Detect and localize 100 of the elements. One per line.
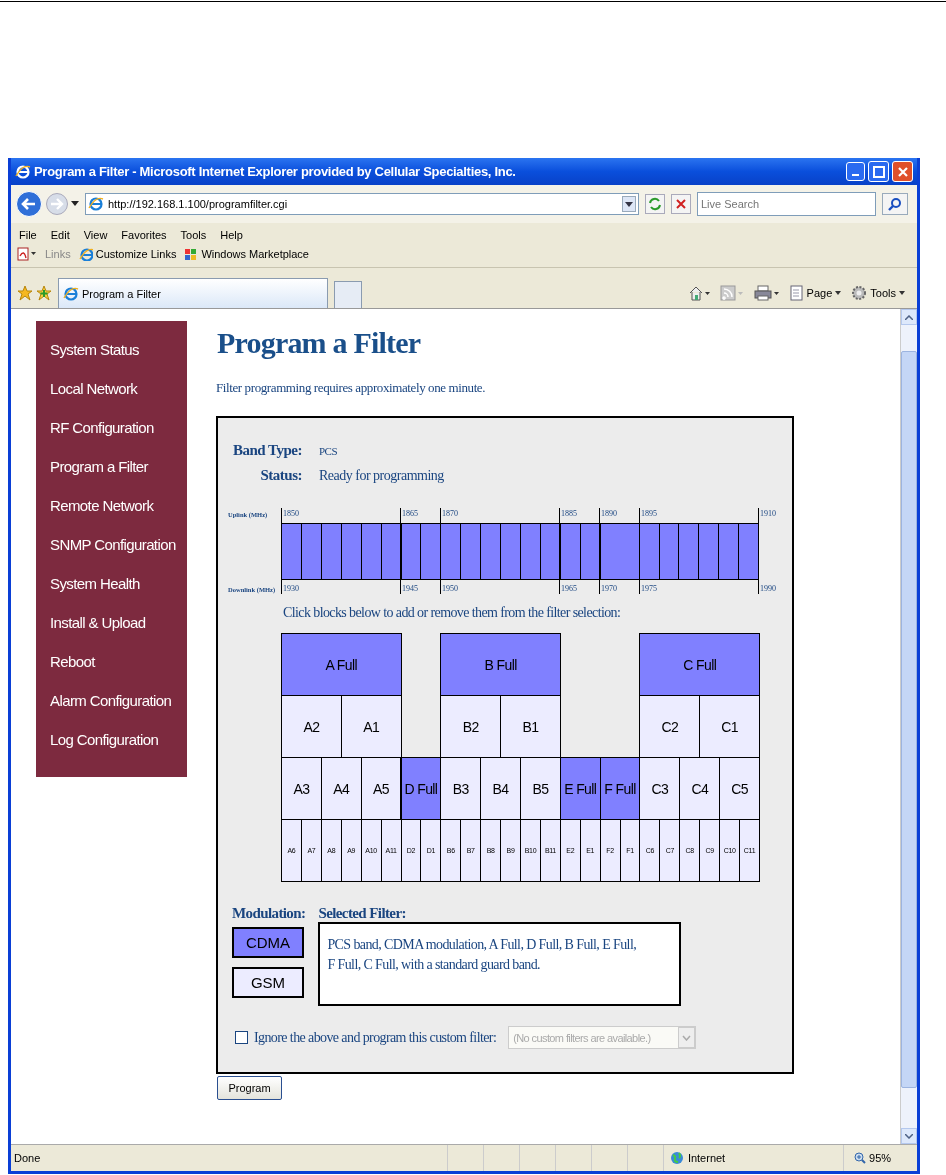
sidebar-link[interactable]: Remote Network xyxy=(50,495,187,517)
search-button[interactable] xyxy=(882,193,908,215)
modulation-button[interactable]: CDMA xyxy=(232,927,304,958)
band-block[interactable]: A2 xyxy=(281,695,342,758)
sidebar-link[interactable]: RF Configuration xyxy=(50,417,187,439)
pdf-icon[interactable] xyxy=(17,247,37,261)
band-block[interactable]: B1 xyxy=(500,695,561,758)
tick-label: 1870 xyxy=(441,509,458,518)
menu-item[interactable]: View xyxy=(83,229,108,241)
tick-label: 1930 xyxy=(282,584,299,593)
band-block[interactable]: C1 xyxy=(699,695,760,758)
field-value: PCS xyxy=(319,445,339,457)
sidebar-link[interactable]: Log Configuration xyxy=(50,729,187,751)
band-block[interactable]: A3 xyxy=(281,757,322,820)
address-field[interactable]: http://192.168.1.100/programfilter.cgi xyxy=(85,193,639,215)
band-block[interactable]: A Full xyxy=(281,633,402,696)
dropdown-caret-icon[interactable] xyxy=(71,201,79,207)
page-menu[interactable]: Page xyxy=(789,285,842,301)
band-block[interactable]: B Full xyxy=(440,633,561,696)
tick-label: 1885 xyxy=(560,509,577,518)
band-block[interactable]: B3 xyxy=(440,757,482,820)
tick-label: 1950 xyxy=(441,584,458,593)
modulation-button[interactable]: GSM xyxy=(232,967,304,998)
close-icon xyxy=(897,166,908,177)
sidebar-link[interactable]: Program a Filter xyxy=(50,456,187,478)
windows-flag-icon xyxy=(184,247,199,261)
band-block[interactable]: A5 xyxy=(360,757,402,820)
band-block[interactable]: C Full xyxy=(639,633,760,696)
search-icon xyxy=(888,197,902,211)
home-icon[interactable] xyxy=(687,285,710,301)
band-block[interactable]: C4 xyxy=(679,757,721,820)
star-icon[interactable] xyxy=(17,285,33,301)
band-block[interactable]: B2 xyxy=(440,695,502,758)
band-block[interactable]: C3 xyxy=(639,757,681,820)
search-field[interactable]: Live Search xyxy=(697,192,876,216)
menu-item[interactable]: Help xyxy=(220,229,243,241)
ie-page-icon xyxy=(78,247,93,261)
close-button[interactable] xyxy=(892,161,913,182)
selected-filter-text: PCS band, CDMA modulation, A Full, D Full, B Full, E Full, F Full, C Full, with a standard guard band. xyxy=(318,922,682,1006)
sidebar-link[interactable]: Install & Upload xyxy=(50,612,187,634)
ie-page-icon xyxy=(88,196,104,212)
add-star-icon[interactable] xyxy=(36,285,52,301)
browser-tab[interactable]: Program a Filter xyxy=(58,278,328,308)
section-label: Modulation: xyxy=(232,905,306,922)
section-label: Selected Filter: xyxy=(318,905,407,922)
tick-label: 1850 xyxy=(282,509,299,518)
sidebar-link[interactable]: Alarm Configuration xyxy=(50,690,187,712)
band-block[interactable]: C2 xyxy=(639,695,701,758)
field-value: Ready for programming xyxy=(319,468,445,484)
caret-icon xyxy=(835,291,842,295)
field-label: Status: xyxy=(259,467,302,484)
field-label: Band Type: xyxy=(231,442,302,459)
band-block[interactable]: E Full xyxy=(559,757,601,820)
tick-label: 1890 xyxy=(600,509,617,518)
printer-icon[interactable] xyxy=(753,285,780,301)
menu-item[interactable]: Tools xyxy=(180,229,207,241)
gear-icon xyxy=(851,285,868,301)
zoom-control[interactable]: 95% xyxy=(843,1145,917,1171)
checkbox-label: Ignore the above and program this custom filter: xyxy=(254,1029,497,1046)
tick-label: 1970 xyxy=(600,584,617,593)
ie-logo-icon xyxy=(15,163,31,180)
window-title: Program a Filter - Microsoft Internet Explorer provided by Cellular Specialties, Inc. xyxy=(34,164,517,179)
back-button[interactable] xyxy=(15,190,43,218)
tick-label: 1865 xyxy=(401,509,418,518)
band-block[interactable]: A1 xyxy=(340,695,402,758)
zone-label: Internet xyxy=(687,1152,726,1164)
band-block[interactable]: A4 xyxy=(320,757,362,820)
maximize-button[interactable] xyxy=(868,161,889,182)
caret-icon xyxy=(899,291,905,295)
tools-menu[interactable]: Tools xyxy=(851,285,905,301)
sidebar-link[interactable]: System Status xyxy=(50,339,187,361)
refresh-button[interactable] xyxy=(645,194,665,214)
sidebar-link[interactable]: System Health xyxy=(50,573,187,595)
sidebar-link[interactable]: Local Network xyxy=(50,378,187,400)
scroll-down-icon xyxy=(905,1133,913,1139)
menu-item[interactable]: File xyxy=(19,229,37,241)
band-block[interactable]: B4 xyxy=(480,757,521,820)
minimize-button[interactable] xyxy=(846,162,865,181)
links-label: Links xyxy=(45,248,71,260)
tick-label: 1990 xyxy=(759,584,776,593)
tick-label: 1945 xyxy=(401,584,418,593)
band-block[interactable]: B5 xyxy=(520,757,561,820)
link[interactable]: Windows Marketplace xyxy=(184,247,309,261)
program-button[interactable]: Program xyxy=(217,1076,282,1100)
vertical-scrollbar[interactable] xyxy=(900,309,917,1144)
menu-item[interactable]: Edit xyxy=(50,229,70,241)
menu-item[interactable]: Favorites xyxy=(121,229,167,241)
tick-label: 1895 xyxy=(640,509,657,518)
globe-icon xyxy=(669,1151,684,1165)
page-icon xyxy=(789,285,804,301)
maximize-icon xyxy=(872,165,885,178)
scroll-up-icon xyxy=(905,314,913,320)
dropdown-caret-icon[interactable] xyxy=(622,196,636,212)
band-block[interactable]: C5 xyxy=(719,757,760,820)
tick-label: 1910 xyxy=(759,509,776,518)
minimize-icon xyxy=(852,174,859,176)
sidebar-link[interactable]: Reboot xyxy=(50,651,187,673)
link[interactable]: Customize Links xyxy=(78,247,177,261)
stop-button[interactable] xyxy=(671,194,691,214)
sidebar-link[interactable]: SNMP Configuration xyxy=(50,534,187,556)
